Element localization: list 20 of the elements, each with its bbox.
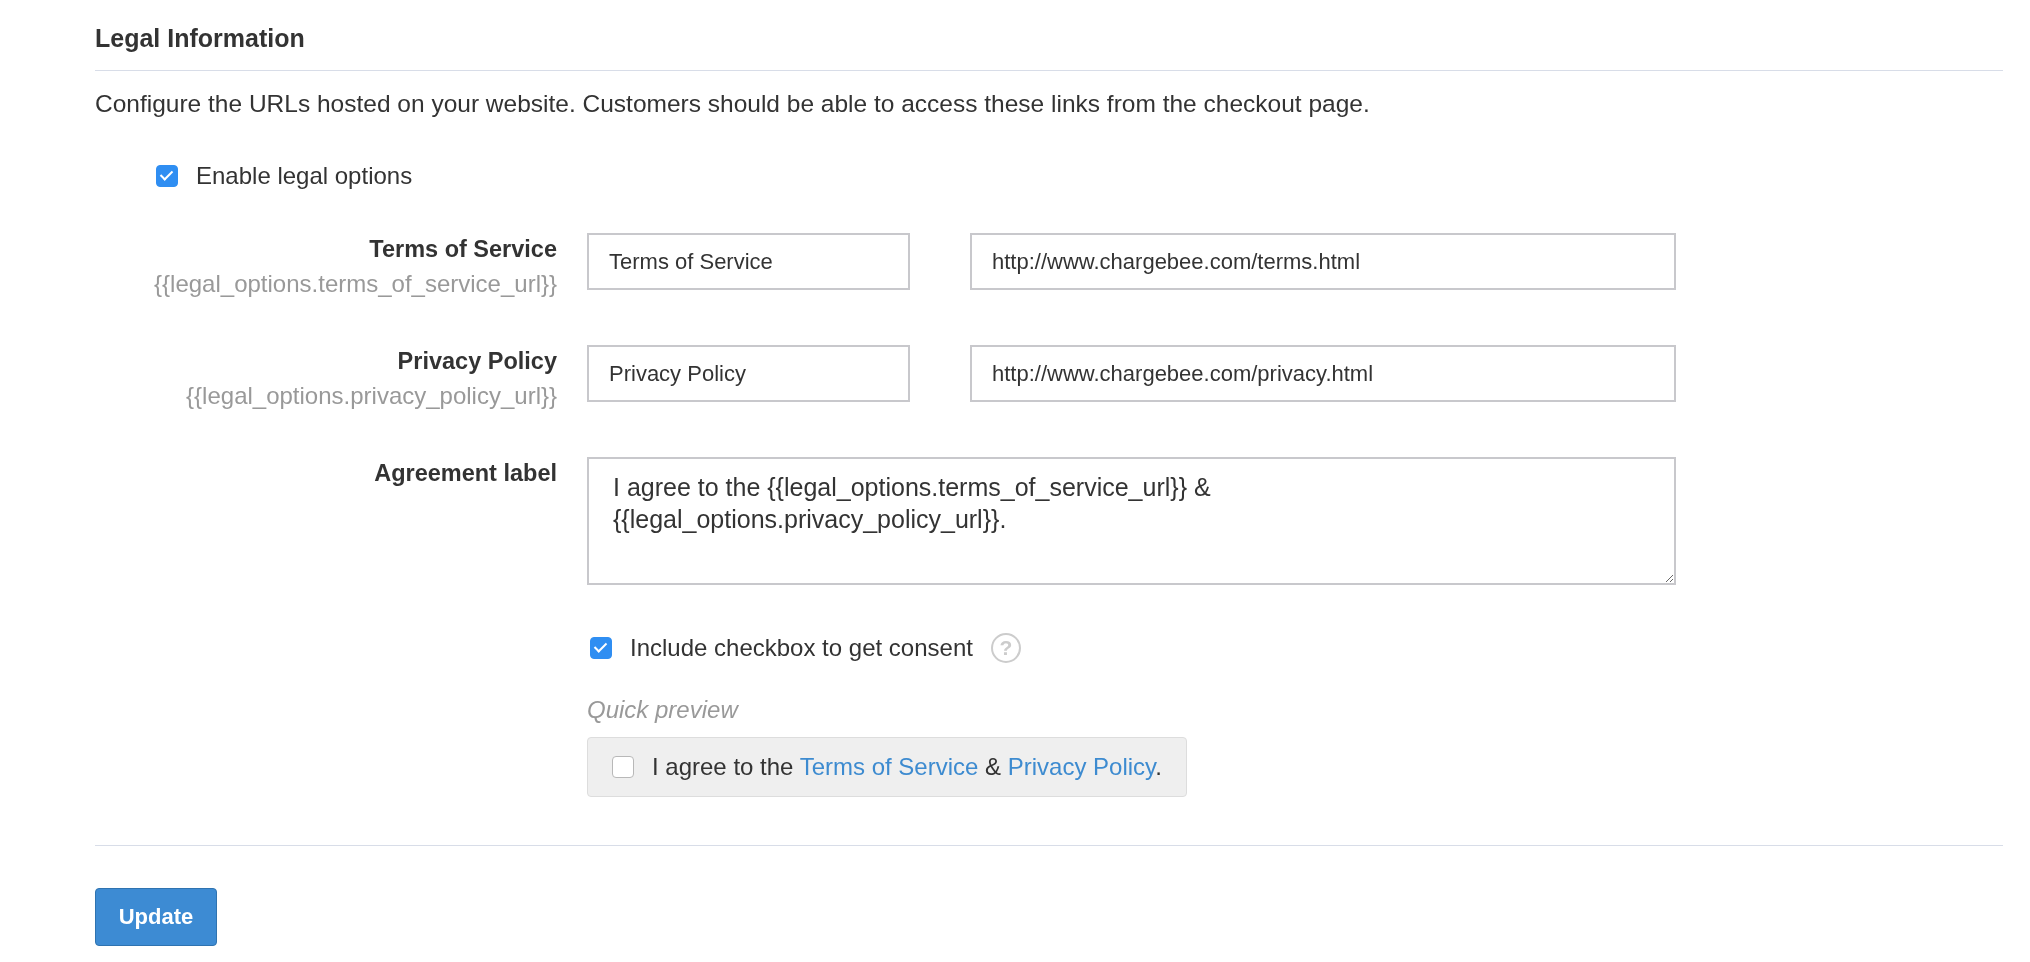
- consent-checkbox[interactable]: [590, 637, 612, 659]
- enable-checkbox[interactable]: [156, 165, 178, 187]
- preview-title: Quick preview: [587, 695, 740, 725]
- section-description: Configure the URLs hosted on your website. Customers should be able to access these links from the checkout page.: [95, 89, 1371, 119]
- agreement-text: I agree to the Terms of Service & Privacy Policy.: [652, 752, 1162, 782]
- checkbox-label: Include checkbox to get consent: [630, 633, 973, 663]
- agreement-textarea[interactable]: I agree to the {{legal_options.terms_of_service_url}} & {{legal_options.privacy_policy_url}}.: [587, 457, 1676, 585]
- section-title: Legal Information: [95, 23, 306, 54]
- url-input[interactable]: http://www.chargebee.com/privacy.html: [970, 345, 1676, 402]
- agreement-checkbox[interactable]: [612, 756, 634, 778]
- url-input[interactable]: http://www.chargebee.com/terms.html: [970, 233, 1676, 290]
- link-name-input[interactable]: Privacy Policy: [587, 345, 910, 402]
- field-label: Terms of Service: [368, 235, 557, 264]
- placeholder-hint: {{legal_options.terms_of_service_url}}: [153, 269, 557, 299]
- field-label: Privacy Policy: [396, 347, 557, 376]
- update-button[interactable]: Update: [95, 888, 217, 946]
- placeholder-hint: {{legal_options.privacy_policy_url}}: [185, 381, 557, 411]
- link-name-input[interactable]: Terms of Service: [587, 233, 910, 290]
- checkbox-label: Enable legal options: [196, 161, 413, 191]
- field-label: Agreement label: [373, 459, 557, 488]
